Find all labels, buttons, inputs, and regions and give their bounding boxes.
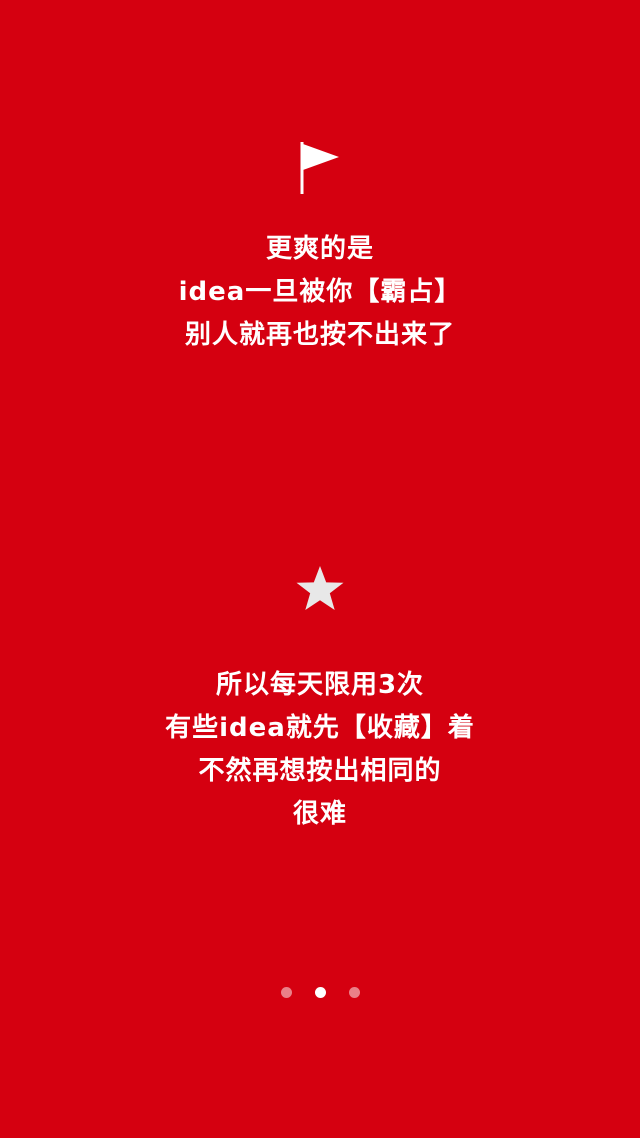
intro-line: idea一旦被你【霸占】 <box>178 277 462 307</box>
intro-line: 所以每天限用3次 <box>215 670 425 700</box>
intro-line: 别人就再也按不出来了 <box>184 320 455 350</box>
intro-text-1: 更爽的是 idea一旦被你【霸占】 别人就再也按不出来了 <box>0 228 640 357</box>
intro-line: 很难 <box>292 799 347 829</box>
page-dot-active[interactable] <box>314 987 326 998</box>
flag-icon <box>300 142 339 194</box>
intro-block-1: 更爽的是 idea一旦被你【霸占】 别人就再也按不出来了 <box>0 142 640 357</box>
page-indicator[interactable] <box>0 987 640 998</box>
intro-line: 更爽的是 <box>265 234 374 264</box>
onboarding-screen[interactable]: 更爽的是 idea一旦被你【霸占】 别人就再也按不出来了 所以每天限用3次 有些… <box>0 0 640 1138</box>
page-dot[interactable] <box>280 987 292 998</box>
intro-text-2: 所以每天限用3次 有些idea就先【收藏】着 不然再想按出相同的 很难 <box>0 664 640 836</box>
star-icon <box>296 566 344 610</box>
intro-line: 不然再想按出相同的 <box>198 756 442 786</box>
intro-block-2: 所以每天限用3次 有些idea就先【收藏】着 不然再想按出相同的 很难 <box>0 566 640 836</box>
page-dot[interactable] <box>348 987 360 998</box>
intro-line: 有些idea就先【收藏】着 <box>165 713 475 743</box>
